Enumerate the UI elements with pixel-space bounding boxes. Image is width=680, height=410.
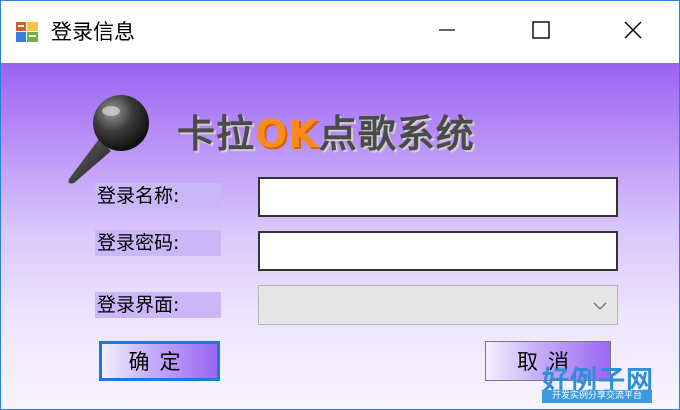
ok-button[interactable]: 确定 — [99, 341, 220, 381]
chevron-down-icon — [593, 298, 607, 312]
logo-ok: OK — [255, 112, 319, 156]
watermark: 好例子网 开发实例分享交流平台 — [542, 359, 653, 403]
interface-label: 登录界面: — [95, 292, 221, 318]
minimize-button[interactable] — [401, 1, 493, 63]
minimize-icon — [437, 20, 457, 44]
close-button[interactable] — [587, 1, 679, 63]
password-input[interactable] — [258, 231, 618, 271]
maximize-button[interactable] — [495, 1, 587, 63]
ok-button-label: 确定 — [128, 350, 191, 374]
login-window: 登录信息 卡拉OK点歌系统 登录名称: 登录密码: 登录界面: 确定 取消 好例… — [0, 0, 680, 410]
watermark-subtitle: 开发实例分享交流平台 — [542, 390, 652, 403]
username-input[interactable] — [258, 177, 618, 217]
close-icon — [623, 20, 643, 44]
logo-suffix: 点歌系统 — [318, 112, 475, 156]
app-logo-text: 卡拉OK点歌系统 — [177, 103, 475, 158]
password-label: 登录密码: — [95, 230, 221, 256]
logo-prefix: 卡拉 — [177, 112, 256, 156]
login-panel: 卡拉OK点歌系统 登录名称: 登录密码: 登录界面: 确定 取消 好例子网 开发… — [1, 63, 679, 409]
app-form-icon — [15, 20, 39, 44]
username-label: 登录名称: — [95, 183, 221, 209]
interface-select[interactable] — [258, 285, 618, 325]
microphone-icon — [61, 91, 161, 191]
title-bar[interactable]: 登录信息 — [1, 1, 679, 63]
maximize-icon — [531, 20, 551, 44]
window-title: 登录信息 — [51, 20, 135, 44]
